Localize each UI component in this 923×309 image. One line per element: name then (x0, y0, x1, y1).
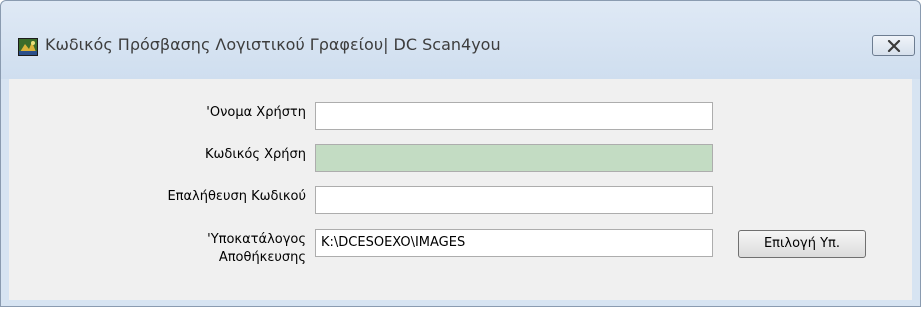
close-icon (887, 40, 901, 52)
window-title: Κωδικός Πρόσβασης Λογιστικού Γραφείου| D… (45, 35, 501, 54)
title-bar[interactable]: Κωδικός Πρόσβασης Λογιστικού Γραφείου| D… (1, 1, 920, 79)
password-field[interactable] (315, 144, 713, 172)
storage-dir-label-line2: Αποθήκευσης (218, 250, 306, 265)
select-directory-button[interactable]: Επιλογή Υπ. (738, 230, 866, 258)
password-confirm-field[interactable] (315, 186, 713, 214)
close-button[interactable] (872, 35, 915, 56)
storage-dir-label-line1: 'Υποκατάλογος (207, 232, 306, 247)
password-label: Κωδικός Χρήση (204, 147, 306, 162)
password-confirm-label: Επαλήθευση Κωδικού (167, 189, 306, 204)
app-icon (18, 38, 38, 56)
dialog-body: 'Ονομα Χρήστη Κωδικός Χρήση Επαλήθευση Κ… (9, 79, 912, 300)
username-label: 'Ονομα Χρήστη (206, 105, 306, 120)
username-field[interactable] (315, 102, 713, 130)
login-dialog-window: Κωδικός Πρόσβασης Λογιστικού Γραφείου| D… (0, 0, 921, 307)
storage-dir-field[interactable]: K:\DCESOEXO\IMAGES (315, 229, 713, 257)
